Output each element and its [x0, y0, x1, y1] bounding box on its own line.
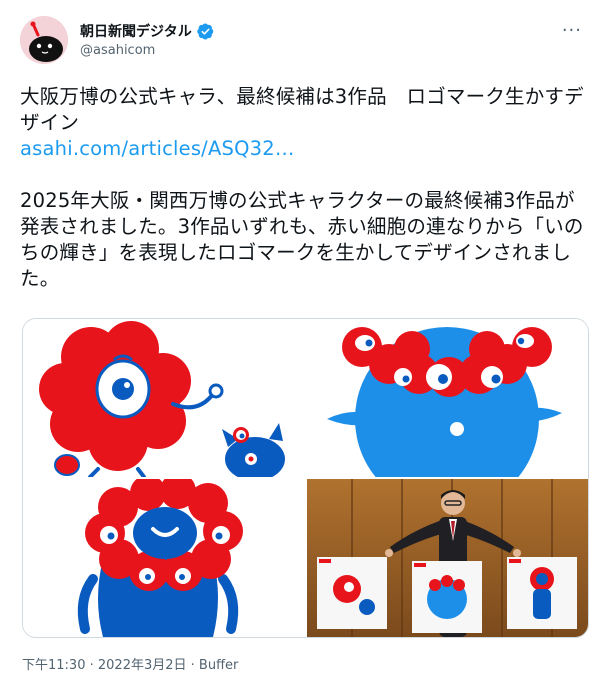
press-photo: [307, 479, 588, 637]
avatar[interactable]: [20, 16, 68, 64]
tweet-header: 朝日新聞デジタル @asahicom ···: [20, 14, 586, 66]
tweet-paragraph: 2025年大阪・関西万博の公式キャラクターの最終候補3作品が発表されました。3作…: [20, 189, 584, 290]
blue-character-illustration: [307, 319, 588, 477]
verified-badge-icon: [197, 22, 214, 40]
media-image-tall-character[interactable]: [23, 479, 305, 637]
more-options-icon[interactable]: ···: [562, 20, 582, 41]
tweet-meta: 下午11:30 · 2022年3月2日 · Buffer: [22, 654, 238, 673]
meta-separator: ·: [89, 658, 98, 673]
media-image-blue-character[interactable]: [307, 319, 588, 477]
display-name[interactable]: 朝日新聞デジタル: [80, 21, 192, 41]
tweet-source[interactable]: Buffer: [199, 658, 238, 673]
media-grid: [22, 318, 589, 638]
account-handle[interactable]: @asahicom: [80, 43, 155, 58]
red-character-illustration: [23, 319, 293, 477]
tall-character-illustration: [23, 479, 305, 637]
media-image-red-character[interactable]: [23, 319, 293, 477]
tweet-time[interactable]: 下午11:30: [22, 658, 85, 673]
media-image-press-photo[interactable]: [307, 479, 588, 637]
name-row: 朝日新聞デジタル: [80, 21, 214, 41]
tweet-body: 大阪万博の公式キャラ、最終候補は3作品 ロゴマーク生かすデザイン asahi.c…: [20, 84, 592, 292]
tweet-date[interactable]: 2022年3月2日: [98, 658, 187, 673]
tweet-headline: 大阪万博の公式キャラ、最終候補は3作品 ロゴマーク生かすデザイン: [20, 85, 584, 134]
meta-separator: ·: [190, 658, 199, 673]
article-link[interactable]: asahi.com/articles/ASQ32…: [20, 137, 295, 160]
